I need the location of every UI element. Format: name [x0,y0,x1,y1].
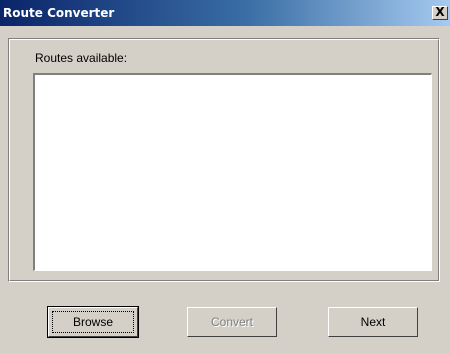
close-button[interactable]: X [432,5,448,20]
next-button-label: Next [360,315,386,329]
window-title: Route Converter [3,6,115,20]
convert-button: Convert [187,307,277,337]
convert-button-label: Convert [210,315,254,329]
title-bar[interactable]: Route Converter X [0,0,450,26]
next-button[interactable]: Next [328,307,418,337]
browse-button-label: Browse [72,315,113,329]
routes-available-label: Routes available: [35,51,128,65]
close-icon: X [435,5,445,19]
routes-listbox[interactable] [33,73,432,271]
browse-button[interactable]: Browse [47,306,139,338]
